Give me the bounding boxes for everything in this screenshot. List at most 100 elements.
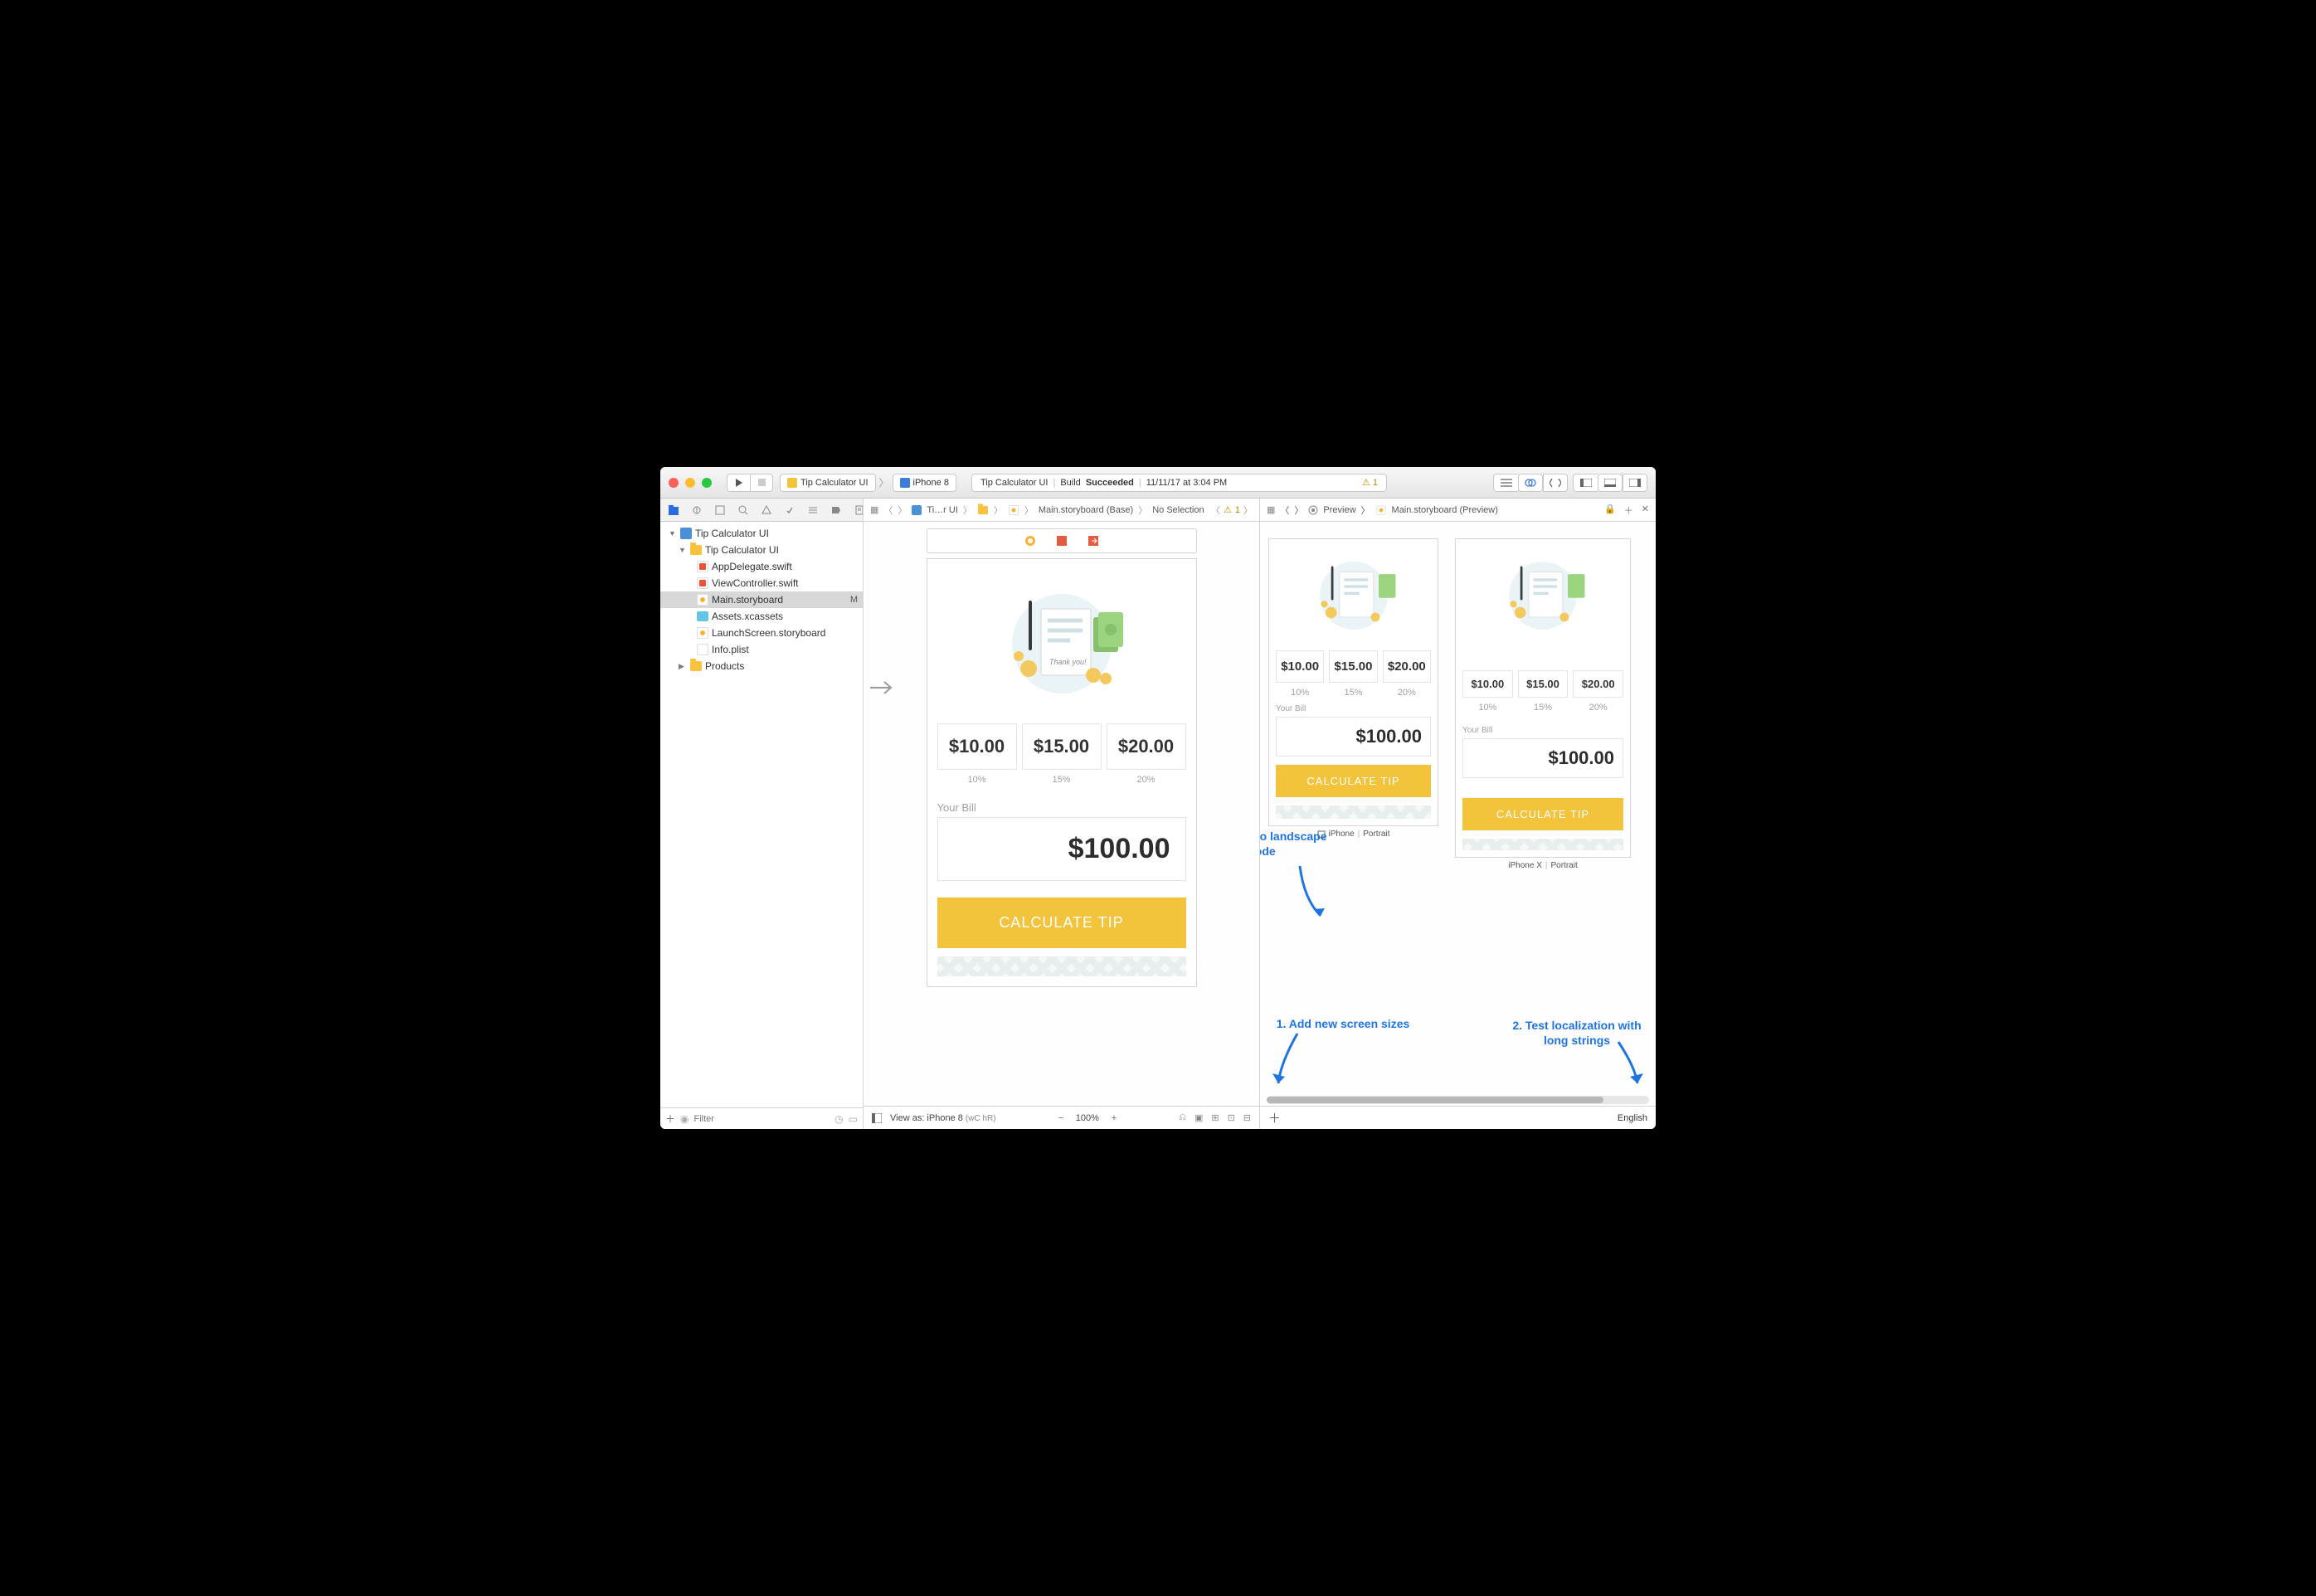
debug-navigator-icon[interactable]	[808, 505, 818, 515]
add-preview-button[interactable]: ＋	[1268, 1109, 1281, 1126]
scene-dock[interactable]	[927, 528, 1197, 553]
toggle-inspector-button[interactable]	[1623, 474, 1647, 492]
tip-option-1[interactable]: $10.00	[1276, 650, 1324, 683]
standard-editor-button[interactable]	[1493, 474, 1518, 492]
xcode-window: Tip Calculator UI 〉 iPhone 8 Tip Calcula…	[660, 467, 1656, 1129]
run-button[interactable]	[727, 474, 750, 492]
pin-icon[interactable]: ▣	[1194, 1112, 1203, 1123]
preview-caption-iphone[interactable]: iPhone | Portrait	[1268, 830, 1438, 839]
scheme-selector[interactable]: Tip Calculator UI 〉 iPhone 8	[780, 474, 956, 492]
resolve-icon[interactable]: ⊞	[1211, 1112, 1219, 1123]
back-button[interactable]: 〈	[883, 504, 893, 517]
preview-language-selector[interactable]: English	[1618, 1113, 1647, 1123]
assistant-forward-button[interactable]: 〉	[1294, 504, 1303, 517]
stop-button[interactable]	[750, 474, 773, 492]
activity-viewer[interactable]: Tip Calculator UI | Build Succeeded | 11…	[971, 474, 1387, 492]
minimize-window[interactable]	[685, 478, 695, 488]
find-navigator-icon[interactable]	[738, 505, 748, 515]
tree-file-assets[interactable]: Assets.xcassets	[660, 608, 863, 625]
constraints-icon[interactable]: ⊟	[1243, 1112, 1251, 1123]
report-navigator-icon[interactable]	[854, 505, 864, 515]
tree-file-viewcontroller[interactable]: ViewController.swift	[660, 575, 863, 591]
assistant-l2[interactable]: Main.storyboard (Preview)	[1392, 505, 1498, 515]
related-items-icon[interactable]: ▦	[1267, 504, 1275, 515]
project-navigator-icon[interactable]	[669, 505, 679, 515]
bill-field[interactable]: $100.00	[937, 817, 1186, 881]
tree-root[interactable]: ▼ Tip Calculator UI	[660, 525, 863, 542]
add-assistant-button[interactable]: ＋	[1624, 504, 1633, 517]
zoom-window[interactable]	[702, 478, 712, 488]
tip-pct-2: 15%	[1022, 775, 1102, 785]
forward-button[interactable]: 〉	[898, 504, 907, 517]
align-icon[interactable]: ⎌	[1179, 1112, 1186, 1123]
scm-filter-icon[interactable]: ▭	[849, 1113, 858, 1125]
folder-icon	[690, 661, 702, 671]
tree-group[interactable]: ▼ Tip Calculator UI	[660, 542, 863, 558]
breakpoint-navigator-icon[interactable]	[831, 505, 841, 515]
preview-iphone[interactable]: $10.00 $15.00 $20.00 10% 15% 20% Your Bi…	[1268, 538, 1438, 1089]
toggle-outline-icon[interactable]	[872, 1113, 882, 1123]
receipt-edge-decoration	[1462, 839, 1623, 850]
tree-file-launchscreen[interactable]: LaunchScreen.storyboard	[660, 625, 863, 641]
file-warning-indicator[interactable]: 〈 ⚠ 1 〉	[1211, 504, 1253, 517]
assistant-jump-bar[interactable]: ▦ 〈 〉 Preview 〉 Main.storyboard (Preview…	[1260, 499, 1656, 522]
tree-file-mainstoryboard[interactable]: Main.storyboard M	[660, 591, 863, 608]
lock-icon[interactable]: 🔒	[1604, 504, 1616, 517]
hero-image	[1276, 546, 1431, 645]
bill-field[interactable]: $100.00	[1462, 738, 1623, 778]
tip-option-2[interactable]: $15.00	[1518, 670, 1569, 698]
annotation-arrow-3	[1283, 862, 1333, 928]
zoom-out-button[interactable]: −	[1054, 1113, 1068, 1123]
zoom-in-button[interactable]: +	[1107, 1113, 1121, 1123]
toggle-navigator-button[interactable]	[1573, 474, 1598, 492]
filter-input[interactable]	[694, 1114, 830, 1124]
tip-option-2[interactable]: $15.00	[1329, 650, 1377, 683]
assistant-editor-button[interactable]	[1518, 474, 1543, 492]
related-items-icon[interactable]: ▦	[870, 504, 878, 515]
tip-option-2[interactable]: $15.00	[1022, 723, 1102, 770]
file-label: Info.plist	[712, 644, 749, 655]
tree-group-products[interactable]: ▶ Products	[660, 658, 863, 674]
filter-scope-icon[interactable]: ◉	[680, 1113, 688, 1125]
tip-option-1[interactable]: $10.00	[1462, 670, 1513, 698]
tip-option-3[interactable]: $20.00	[1383, 650, 1431, 683]
recent-filter-icon[interactable]: ◷	[834, 1113, 843, 1125]
horizontal-scrollbar[interactable]	[1267, 1096, 1649, 1104]
swift-file-icon	[697, 577, 708, 589]
bill-field[interactable]: $100.00	[1276, 717, 1431, 757]
calculate-button[interactable]: CALCULATE TIP	[937, 898, 1186, 948]
tree-root-label: Tip Calculator UI	[695, 528, 769, 539]
tree-file-infoplist[interactable]: Info.plist	[660, 641, 863, 658]
warning-count[interactable]: ⚠ 1	[1362, 477, 1378, 488]
ib-canvas[interactable]: Thank you!	[864, 522, 1259, 1106]
assistant-back-button[interactable]: 〈	[1280, 504, 1289, 517]
scheme-name: Tip Calculator UI	[800, 478, 868, 488]
view-controller-view[interactable]: Thank you!	[927, 558, 1197, 987]
tip-option-3[interactable]: $20.00	[1573, 670, 1623, 698]
embed-icon[interactable]: ⊡	[1228, 1112, 1235, 1123]
jump-bar[interactable]: ▦ 〈 〉 Ti…r UI 〉 〉 〉 Main.storyboard (Bas…	[864, 499, 1259, 522]
run-stop-buttons	[727, 474, 773, 492]
close-window[interactable]	[669, 478, 679, 488]
tip-option-3[interactable]: $20.00	[1107, 723, 1186, 770]
close-assistant-button[interactable]: ✕	[1642, 504, 1649, 517]
toggle-debug-button[interactable]	[1598, 474, 1623, 492]
assistant-l1[interactable]: Preview	[1323, 505, 1355, 515]
calculate-button[interactable]: CALCULATE TIP	[1462, 798, 1623, 830]
zoom-level[interactable]: 100%	[1076, 1113, 1099, 1123]
add-button[interactable]: ＋	[665, 1112, 675, 1126]
test-navigator-icon[interactable]	[785, 505, 795, 515]
tree-file-appdelegate[interactable]: AppDelegate.swift	[660, 558, 863, 575]
jump-l2[interactable]: Main.storyboard (Base)	[1039, 505, 1133, 515]
preview-caption-iphonex[interactable]: iPhone X | Portrait	[1455, 861, 1631, 870]
version-editor-button[interactable]	[1543, 474, 1568, 492]
preview-iphonex[interactable]: $10.00 $15.00 $20.00 10% 15% 20% Your Bi…	[1455, 538, 1631, 1089]
jump-l3[interactable]: No Selection	[1152, 505, 1204, 515]
trait-view-as[interactable]: View as: iPhone 8 (wC hR)	[890, 1113, 996, 1123]
source-control-navigator-icon[interactable]	[692, 505, 702, 515]
calculate-button[interactable]: CALCULATE TIP	[1276, 765, 1431, 797]
jump-l1[interactable]: Ti…r UI	[927, 505, 957, 515]
symbol-navigator-icon[interactable]	[715, 505, 725, 515]
issue-navigator-icon[interactable]	[761, 505, 771, 515]
tip-option-1[interactable]: $10.00	[937, 723, 1017, 770]
